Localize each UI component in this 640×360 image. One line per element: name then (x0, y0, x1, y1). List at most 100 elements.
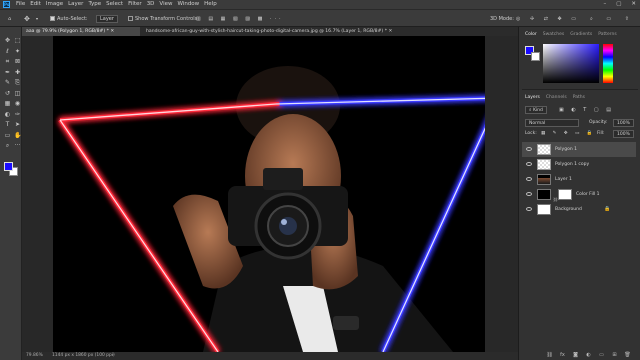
adjustment-layer-icon[interactable]: ◐ (585, 352, 592, 358)
show-transform-checkbox[interactable]: Show Transform Controls (128, 10, 197, 28)
align-icons[interactable]: ▥ ▤ ▦ ▧ ▨ ▩ ··· (196, 10, 284, 28)
opacity-field[interactable]: 100% (613, 119, 634, 127)
fill-field[interactable]: 100% (613, 130, 634, 138)
move-tool-icon[interactable]: ✥ (24, 10, 30, 28)
layer-color-fill-1[interactable]: ⛓ Color Fill 1 (522, 187, 636, 202)
delete-layer-icon[interactable]: 🗑 (624, 352, 631, 358)
magic-wand-icon[interactable]: ✦ (14, 48, 21, 55)
fx-icon[interactable]: fx (559, 352, 566, 358)
menu-filter[interactable]: Filter (128, 0, 142, 9)
menu-help[interactable]: Help (204, 0, 217, 9)
dodge-icon[interactable]: ◐ (4, 111, 11, 118)
new-layer-icon[interactable]: ⊞ (611, 352, 618, 358)
eye-icon[interactable] (526, 177, 532, 181)
tab-close-icon[interactable]: ✕ (388, 29, 392, 34)
layer-mask-thumbnail (558, 189, 572, 200)
zoom-icon[interactable]: ⌕ (4, 142, 11, 149)
blur-icon[interactable]: ◉ (14, 100, 21, 107)
menu-select[interactable]: Select (106, 0, 123, 9)
type-icon[interactable]: T (4, 121, 11, 128)
menu-window[interactable]: Window (177, 0, 199, 9)
eye-icon[interactable] (526, 147, 532, 151)
layers-panel-tabs: Layers Channels Paths (525, 93, 640, 102)
menu-type[interactable]: Type (88, 0, 101, 9)
eraser-icon[interactable]: ◫ (14, 90, 21, 97)
frame-icon[interactable]: ⊠ (14, 58, 21, 65)
layer-background[interactable]: Background 🔒 (522, 202, 636, 217)
lasso-icon[interactable]: ℓ (4, 48, 11, 55)
status-chevron-icon[interactable]: › (112, 352, 114, 360)
more-icon[interactable]: ··· (14, 142, 21, 149)
link-layers-icon[interactable]: ⛓ (546, 352, 553, 358)
window-controls: – ▢ ✕ (603, 0, 636, 9)
tools-panel: ✥ ⬚ ℓ ✦ ⌗ ⊠ ✒ ✚ ✎ ⎘ ↺ ◫ ▦ ◉ ◐ ✑ T ➤ ▭ ✋ ⌕ ··· (0, 27, 22, 360)
shape-icon[interactable]: ▭ (4, 132, 11, 139)
maximize-icon[interactable]: ▢ (616, 0, 621, 9)
hand-icon[interactable]: ✋ (14, 132, 21, 139)
tab-photo[interactable]: handsome-african-guy-with-stylish-haircu… (142, 27, 392, 36)
document-tabs: aaa @ 79.9% (Polygon 1, RGB/8#) * ✕ hand… (22, 27, 518, 36)
show-transform-check-icon (128, 16, 133, 21)
minimize-icon[interactable]: – (603, 0, 606, 9)
path-select-icon[interactable]: ➤ (14, 121, 21, 128)
tab-swatches[interactable]: Swatches (543, 30, 565, 39)
filter-icons[interactable]: ▣ ◐ T ▢ ▤ (559, 107, 614, 113)
tab-aaa[interactable]: aaa @ 79.9% (Polygon 1, RGB/8#) * ✕ (22, 27, 140, 36)
eye-icon[interactable] (526, 207, 532, 211)
healing-icon[interactable]: ✚ (14, 69, 21, 76)
tab-patterns[interactable]: Patterns (598, 30, 617, 39)
menu-layer[interactable]: Layer (68, 0, 83, 9)
tab-layers[interactable]: Layers (525, 93, 540, 102)
gradient-icon[interactable]: ▦ (4, 100, 11, 107)
tab-paths[interactable]: Paths (573, 93, 585, 102)
color-picker-field[interactable] (543, 44, 599, 83)
lock-icon: 🔒 (604, 206, 611, 212)
layer-thumbnail (537, 204, 551, 215)
move-icon[interactable]: ✥ (4, 37, 11, 44)
add-mask-icon[interactable]: ◙ (572, 352, 579, 358)
menu-file[interactable]: File (16, 0, 25, 9)
auto-select-target-dropdown[interactable]: Layer (96, 15, 118, 23)
menu-3d[interactable]: 3D (147, 0, 155, 9)
close-icon[interactable]: ✕ (631, 0, 636, 9)
history-brush-icon[interactable]: ↺ (4, 90, 11, 97)
layer-thumbnail (537, 174, 551, 185)
foreground-color-swatch[interactable] (4, 162, 13, 171)
eye-icon[interactable] (526, 162, 532, 166)
menu-edit[interactable]: Edit (30, 0, 41, 9)
tab-color[interactable]: Color (525, 30, 537, 39)
new-group-icon[interactable]: ▭ (598, 352, 605, 358)
eye-icon[interactable] (526, 192, 532, 196)
zoom-level[interactable]: 79.86% (26, 352, 43, 360)
tab-gradients[interactable]: Gradients (570, 30, 592, 39)
menu-view[interactable]: View (159, 0, 172, 9)
brush-icon[interactable]: ✎ (4, 79, 11, 86)
layer-layer-1[interactable]: Layer 1 (522, 172, 636, 187)
workspace-icons[interactable]: ⌕ ▭ ⇪ (590, 10, 635, 28)
tab-label: handsome-african-guy-with-stylish-haircu… (146, 29, 387, 34)
stamp-icon[interactable]: ⎘ (14, 79, 21, 86)
layer-polygon-1[interactable]: Polygon 1 (522, 142, 636, 157)
tab-close-icon[interactable]: ✕ (110, 29, 114, 34)
hue-slider[interactable] (603, 44, 613, 83)
lock-icons[interactable]: ▦ ✎ ✥ ▭ 🔒 (541, 131, 595, 136)
panel-background-swatch[interactable] (531, 52, 540, 61)
layer-polygon-1-copy[interactable]: Polygon 1 copy (522, 157, 636, 172)
pen-icon[interactable]: ✑ (14, 111, 21, 118)
crop-icon[interactable]: ⌗ (4, 58, 11, 65)
tab-channels[interactable]: Channels (546, 93, 567, 102)
eyedropper-icon[interactable]: ✒ (4, 69, 11, 76)
home-icon[interactable]: ⌂ (8, 10, 11, 28)
3d-mode-icons[interactable]: ◎ ✢ ⇄ ✥ ▭ (516, 10, 580, 28)
layer-name: Layer 1 (555, 177, 572, 182)
layer-name: Polygon 1 (555, 147, 577, 152)
tool-preset-chevron-icon[interactable]: ▾ (36, 10, 38, 28)
document-canvas[interactable] (53, 36, 485, 352)
menu-image[interactable]: Image (46, 0, 63, 9)
marquee-icon[interactable]: ⬚ (14, 37, 21, 44)
layer-thumbnail (537, 144, 551, 155)
layer-filter-dropdown[interactable]: ⌕ Kind (525, 106, 547, 114)
kind-label: Kind (532, 108, 543, 113)
blend-mode-dropdown[interactable]: Normal (525, 119, 579, 127)
auto-select-checkbox[interactable]: Auto-Select: (50, 10, 88, 28)
